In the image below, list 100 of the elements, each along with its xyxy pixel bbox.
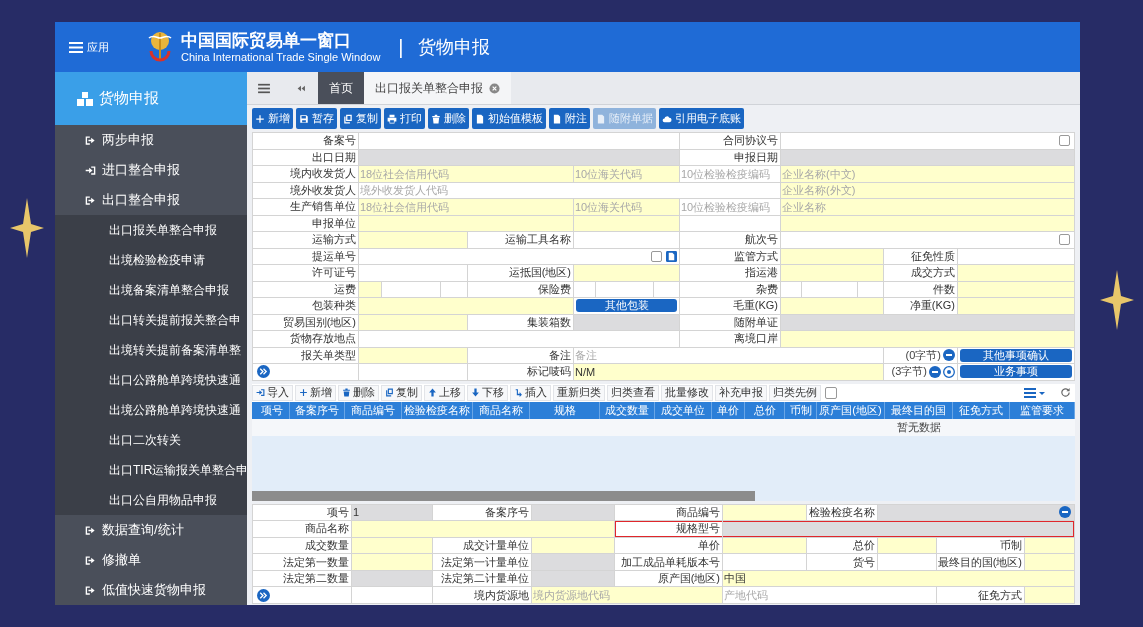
input-field[interactable] xyxy=(781,331,1074,347)
input-field[interactable]: 产地代码 xyxy=(723,587,936,604)
checkbox[interactable] xyxy=(1059,135,1070,147)
input-field[interactable] xyxy=(653,281,679,297)
input-field[interactable] xyxy=(958,281,1074,297)
input-field[interactable] xyxy=(781,281,802,297)
toolbar-button[interactable]: 上移 xyxy=(424,384,465,401)
toolbar-button[interactable]: 打印 xyxy=(384,108,425,129)
minus-circle-icon[interactable] xyxy=(943,349,955,362)
column-header[interactable]: 成交单位 xyxy=(655,401,712,419)
input-field[interactable] xyxy=(359,364,467,380)
submenu-item[interactable]: 出口公路舱单跨境快速通 xyxy=(55,365,247,395)
input-field[interactable] xyxy=(352,570,432,587)
input-field[interactable] xyxy=(352,537,432,554)
input-field[interactable] xyxy=(359,331,679,347)
input-field[interactable] xyxy=(680,215,780,231)
input-field[interactable] xyxy=(781,215,1074,231)
input-field[interactable] xyxy=(359,215,573,231)
input-field[interactable] xyxy=(781,248,883,264)
toolbar-button[interactable]: 初始值模板 xyxy=(472,108,546,129)
input-field[interactable] xyxy=(574,314,679,330)
column-header[interactable]: 单价 xyxy=(712,401,745,419)
input-field[interactable] xyxy=(532,554,614,570)
input-field[interactable]: 备注 xyxy=(574,347,883,363)
input-field[interactable]: 境内货源地代码 xyxy=(532,587,722,604)
input-field[interactable] xyxy=(359,149,679,165)
input-field[interactable] xyxy=(781,149,1074,165)
toolbar-button[interactable]: 批量修改 xyxy=(661,384,713,401)
input-field[interactable] xyxy=(781,314,1074,330)
toolbar-button[interactable]: 复制 xyxy=(381,384,422,401)
checkbox[interactable] xyxy=(1059,234,1070,246)
input-field[interactable] xyxy=(352,554,432,570)
input-field[interactable] xyxy=(958,265,1074,281)
input-field[interactable] xyxy=(723,554,806,570)
input-field[interactable] xyxy=(574,232,679,248)
input-field[interactable]: 企业名称 xyxy=(781,199,1074,215)
input-field[interactable] xyxy=(359,298,573,314)
document-icon[interactable] xyxy=(666,250,677,262)
toolbar-button[interactable]: 重新归类 xyxy=(553,384,605,401)
refresh-icon[interactable] xyxy=(1060,387,1071,398)
submenu-item[interactable]: 出口报关单整合申报 xyxy=(55,215,247,245)
input-field[interactable] xyxy=(359,265,467,281)
double-chevron-icon[interactable] xyxy=(257,365,270,379)
double-left-arrow-icon[interactable] xyxy=(296,83,306,93)
sidebar-item[interactable]: 进口整合申报 xyxy=(55,155,247,185)
input-field[interactable] xyxy=(958,298,1074,314)
input-field[interactable]: 企业名称(中文) xyxy=(781,166,1074,182)
toolbar-button[interactable]: 插入 xyxy=(510,384,551,401)
toolbar-button[interactable]: 复制 xyxy=(340,108,381,129)
submenu-item[interactable]: 出境备案清单整合申报 xyxy=(55,275,247,305)
input-field[interactable] xyxy=(781,133,1074,149)
toolbar-button[interactable]: 附注 xyxy=(549,108,590,129)
sidebar-item[interactable]: 数据查询/统计 xyxy=(55,515,247,545)
column-header[interactable]: 原产国(地区) xyxy=(817,401,885,419)
toolbar-button[interactable]: 新增 xyxy=(252,108,293,129)
input-field[interactable]: 10位海关代码 xyxy=(574,166,679,182)
minus-circle-icon[interactable] xyxy=(929,365,941,378)
column-header[interactable]: 币制 xyxy=(785,401,817,419)
sidebar-item[interactable]: 低值快速货物申报 xyxy=(55,575,247,605)
close-icon[interactable] xyxy=(489,82,500,94)
input-field[interactable] xyxy=(532,504,614,521)
input-field[interactable]: 18位社会信用代码 xyxy=(359,199,573,215)
input-field[interactable] xyxy=(532,570,614,587)
tab[interactable]: 首页 xyxy=(318,72,364,104)
input-field[interactable]: 10位检验检疫编码 xyxy=(680,199,780,215)
column-header[interactable]: 规格 xyxy=(530,401,600,419)
input-field[interactable] xyxy=(532,537,614,554)
input-field[interactable]: N/M xyxy=(574,364,883,380)
input-field[interactable]: 10位海关代码 xyxy=(574,199,679,215)
input-field[interactable] xyxy=(878,537,936,554)
toolbar-button[interactable]: 删除 xyxy=(428,108,469,129)
submenu-item[interactable]: 出境公路舱单跨境快速通 xyxy=(55,395,247,425)
submenu-item[interactable]: 出境检验检疫申请 xyxy=(55,245,247,275)
input-field[interactable] xyxy=(878,504,1074,521)
submenu-item[interactable]: 出口转关提前报关整合申 xyxy=(55,305,247,335)
form-button[interactable]: 其他包装 xyxy=(576,299,677,313)
toolbar-button[interactable]: 暂存 xyxy=(296,108,337,129)
column-header[interactable]: 检验检疫名称 xyxy=(402,401,473,419)
input-field[interactable]: 1 xyxy=(352,504,432,521)
menu-icon[interactable] xyxy=(258,82,270,94)
input-field[interactable] xyxy=(381,281,440,297)
apps-menu-button[interactable]: 应用 xyxy=(69,38,109,56)
column-header[interactable]: 最终目的国 xyxy=(885,401,953,419)
input-field[interactable] xyxy=(440,281,467,297)
column-header[interactable]: 备案序号 xyxy=(290,401,345,419)
double-chevron-icon[interactable] xyxy=(257,588,270,602)
toolbar-button[interactable]: 下移 xyxy=(467,384,508,401)
form-button[interactable]: 其他事项确认 xyxy=(960,348,1072,362)
input-field[interactable] xyxy=(574,281,595,297)
toolbar-button[interactable]: 补充申报 xyxy=(715,384,767,401)
column-header[interactable]: 项号 xyxy=(255,401,290,419)
toolbar-button[interactable]: 引用电子底账 xyxy=(659,108,744,129)
checkbox[interactable] xyxy=(651,250,662,262)
column-header[interactable]: 总价 xyxy=(745,401,785,419)
toolbar-button[interactable]: 删除 xyxy=(338,384,379,401)
column-header[interactable]: 征免方式 xyxy=(953,401,1010,419)
scrollbar-thumb[interactable] xyxy=(252,490,755,501)
column-header[interactable]: 商品编号 xyxy=(345,401,402,419)
input-field[interactable] xyxy=(858,281,883,297)
input-field[interactable] xyxy=(359,314,467,330)
